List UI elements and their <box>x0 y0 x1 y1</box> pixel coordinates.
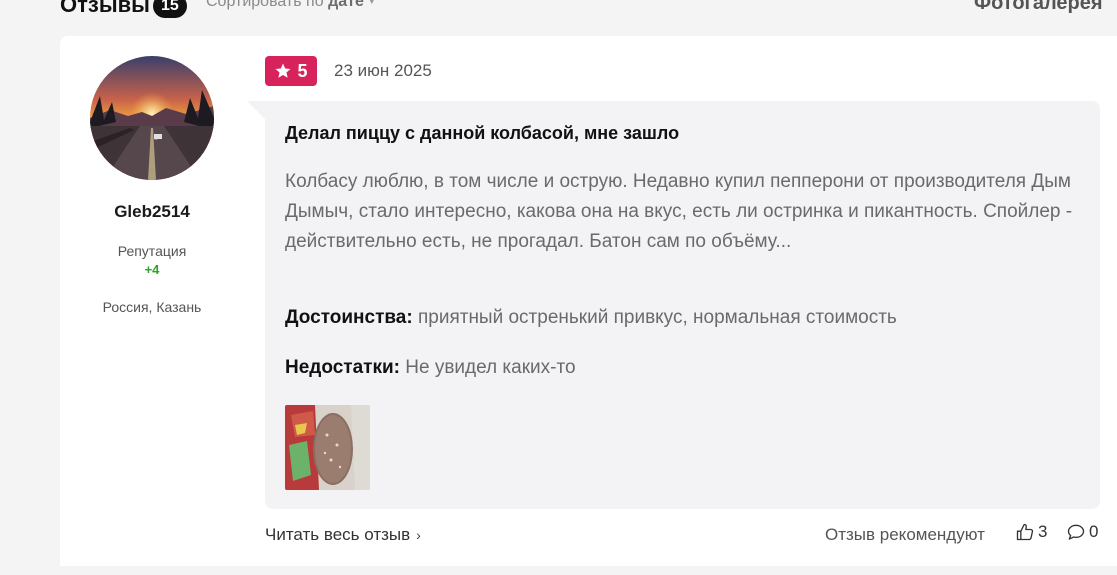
read-full-review-link[interactable]: Читать весь отзыв › <box>265 525 421 545</box>
sort-value: дате <box>328 0 364 10</box>
cons-text: Не увидел каких-то <box>405 357 576 378</box>
comments-count: 0 <box>1089 522 1099 541</box>
sort-prefix: Сортировать по <box>206 0 324 10</box>
read-more-label: Читать весь отзыв <box>265 525 411 544</box>
cons-label: Недостатки: <box>285 357 400 378</box>
bubble-tail <box>247 101 267 121</box>
author-username[interactable]: Gleb2514 <box>60 202 244 222</box>
recommend-label: Отзыв рекомендуют <box>825 525 985 544</box>
reviews-header: Отзывы 15 Сортировать по дате ▼ Фотогалер… <box>0 0 1117 22</box>
review-cons: Недостатки: Не увидел каких-то <box>285 357 576 379</box>
reviews-count-badge: 15 <box>153 0 187 18</box>
review-text: Колбасу люблю, в том числе и острую. Нед… <box>285 171 1073 252</box>
sort-chevron-icon: ▼ <box>366 0 377 7</box>
review-photo-thumbnail[interactable] <box>285 405 370 490</box>
review-body: Делал пиццу с данной колбасой, мне зашло… <box>265 101 1100 509</box>
star-icon <box>275 63 291 78</box>
chevron-right-icon: › <box>416 527 421 543</box>
sausage-photo-icon <box>285 405 370 490</box>
reputation-value: +4 <box>144 262 160 277</box>
comment-icon <box>1067 524 1085 540</box>
review-pros: Достоинства: приятный остренький привкус… <box>285 307 897 329</box>
likes-count: 3 <box>1038 522 1048 541</box>
review-date: 23 июн 2025 <box>334 61 432 80</box>
thumbs-up-icon <box>1016 523 1034 541</box>
sort-dropdown[interactable]: Сортировать по дате ▼ <box>206 0 377 11</box>
like-button[interactable]: 3 <box>1015 522 1047 542</box>
review-card: Gleb2514 Репутация +4 Россия, Казань 5 2… <box>60 36 1117 566</box>
author-avatar[interactable] <box>90 56 214 180</box>
rating-value: 5 <box>297 60 308 81</box>
author-location: Россия, Казань <box>102 299 202 315</box>
comments-button[interactable]: 0 <box>1066 522 1098 542</box>
photogallery-link[interactable]: Фотогалерея <box>974 0 1103 15</box>
reviews-title: Отзывы <box>60 0 150 17</box>
pros-text: приятный остренький привкус, нормальная … <box>417 307 897 328</box>
reputation-label: Репутация <box>117 243 187 259</box>
pros-label: Достоинства: <box>285 307 413 328</box>
rating-badge: 5 <box>265 56 317 86</box>
review-title[interactable]: Делал пиццу с данной колбасой, мне зашло <box>285 123 679 144</box>
road-sunset-avatar-icon <box>90 56 214 180</box>
